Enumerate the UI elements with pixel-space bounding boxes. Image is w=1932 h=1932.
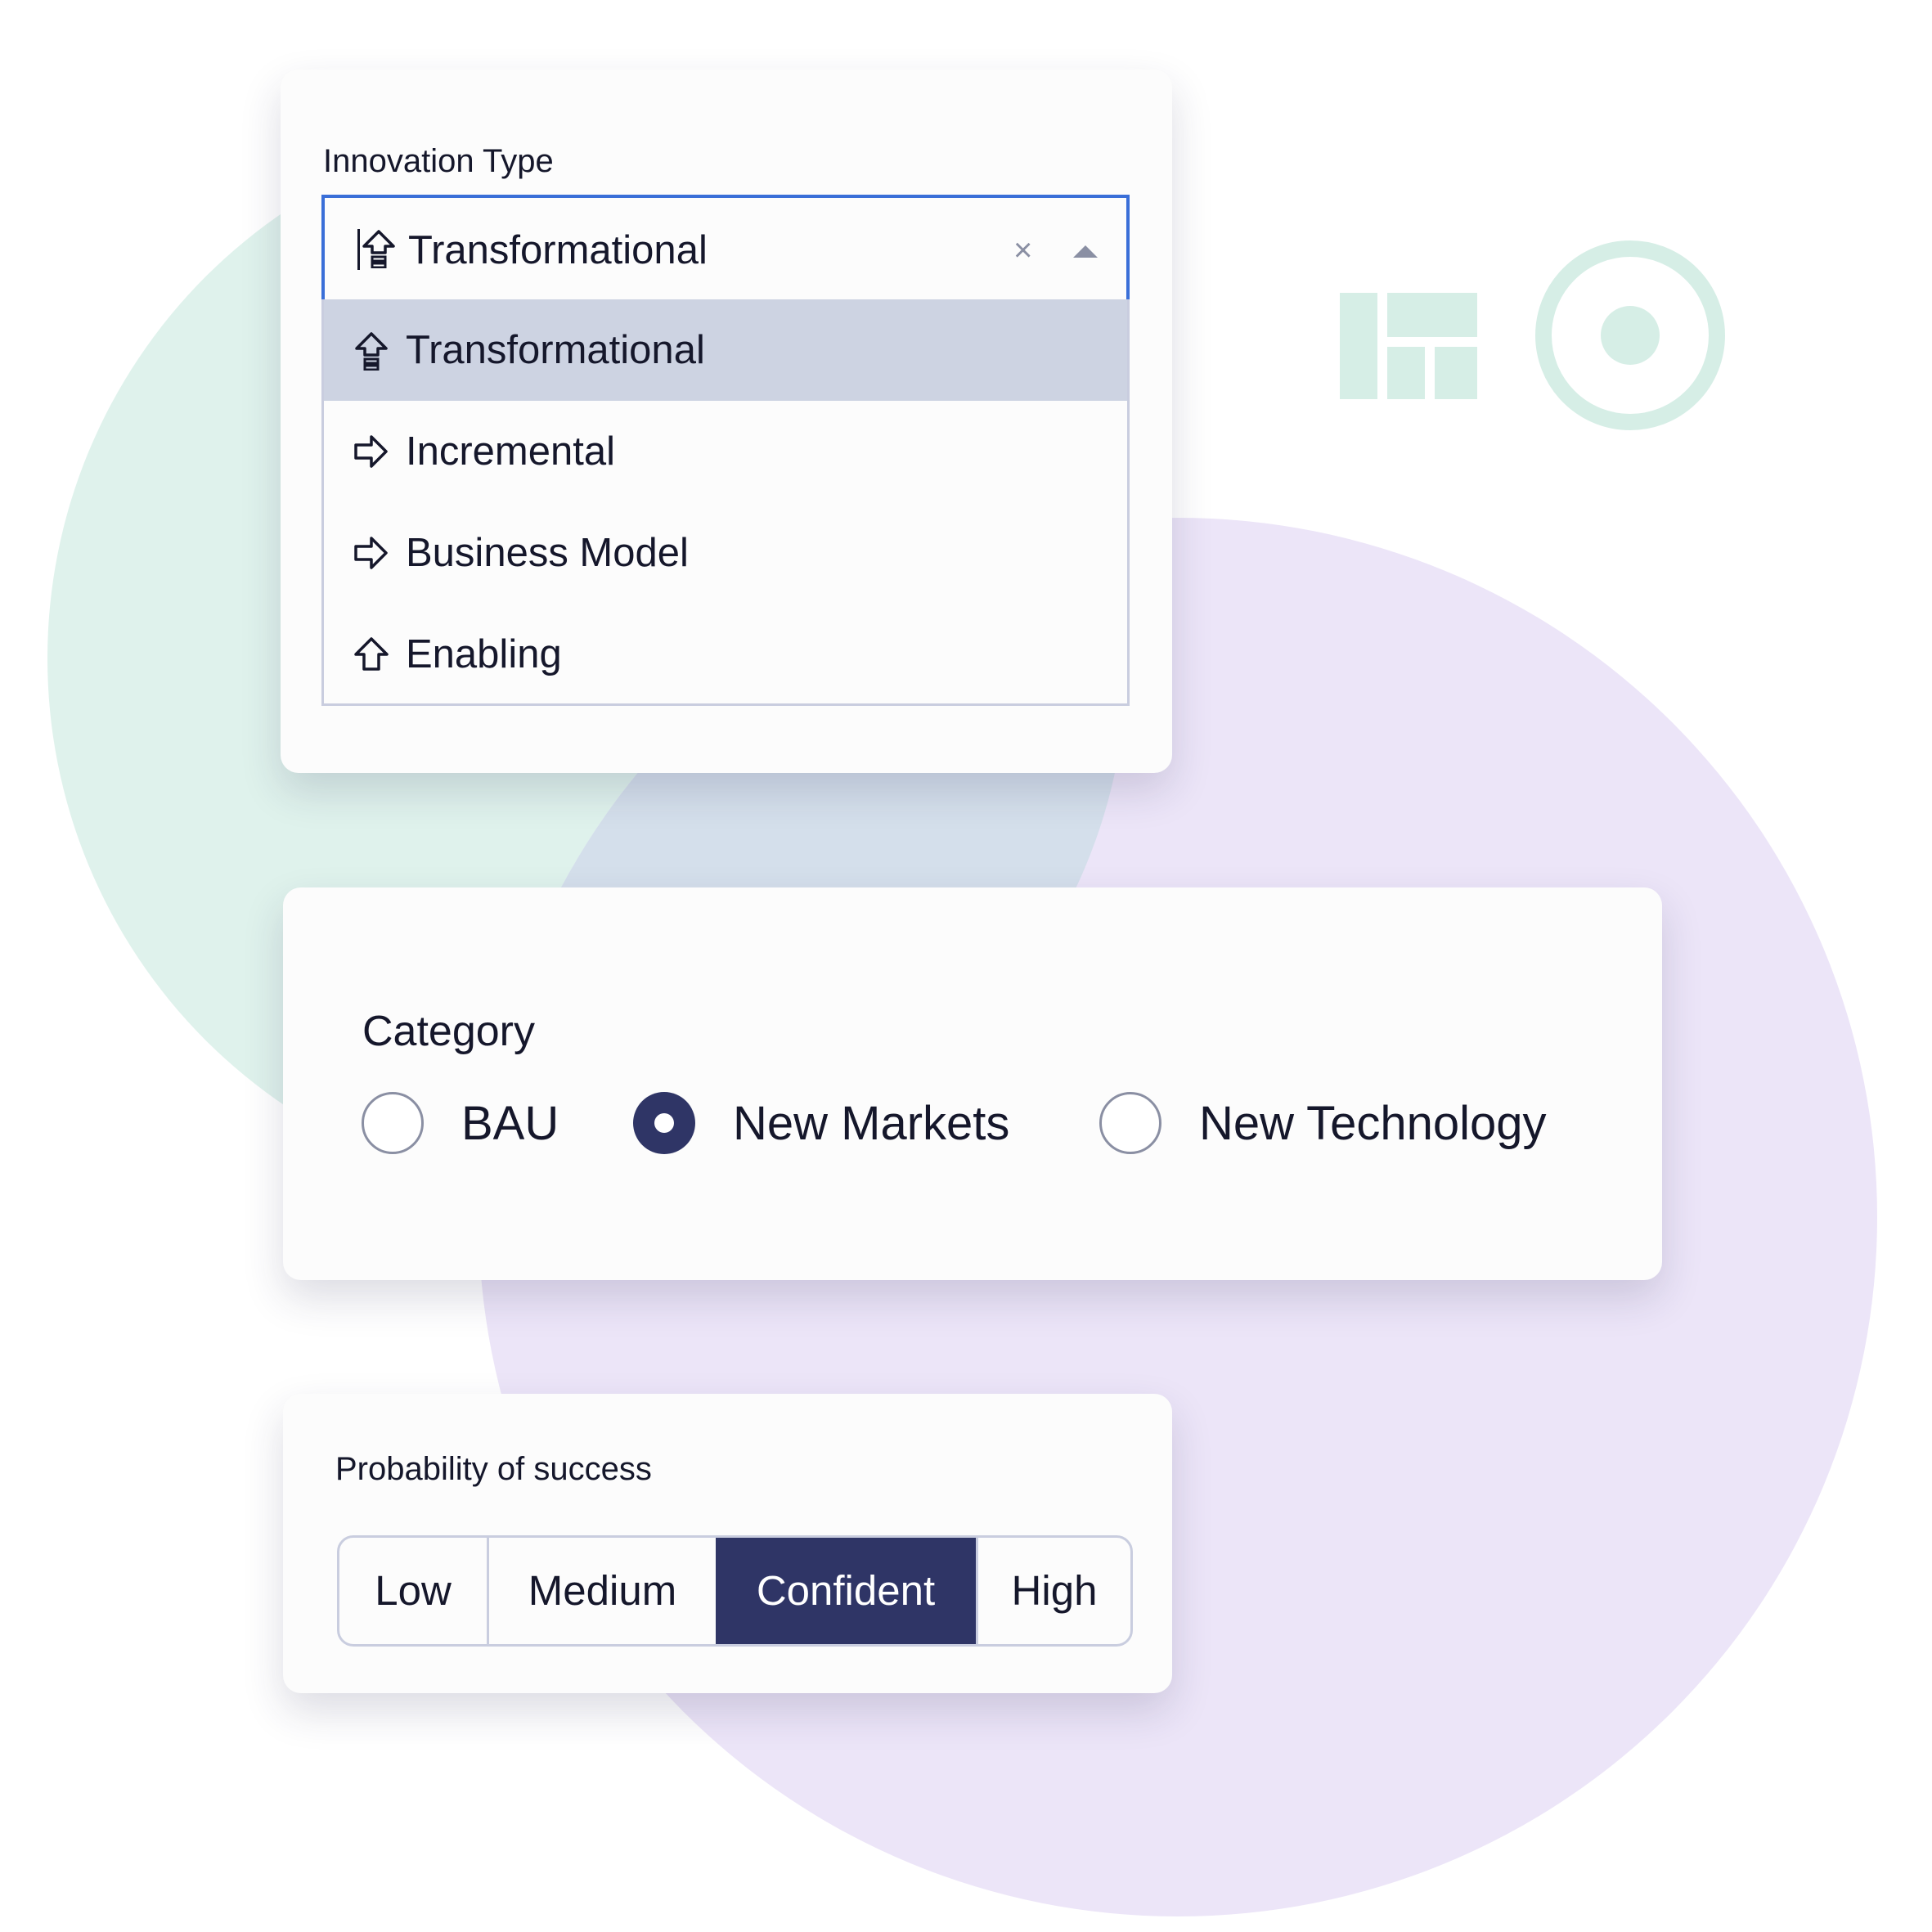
innovation-type-card: Innovation Type Transformational × Trans…: [281, 70, 1172, 773]
radio-button[interactable]: [362, 1092, 424, 1154]
arrow-right-icon: [354, 435, 388, 468]
radio-label: New Technology: [1199, 1097, 1547, 1150]
menu-option-business-model[interactable]: Business Model: [324, 502, 1127, 604]
arrow-right-icon: [354, 537, 388, 569]
radio-checked-dot: [654, 1113, 674, 1133]
arrow-up-stacked-icon: [362, 230, 395, 268]
select-value: Transformational: [408, 228, 708, 272]
probability-label: Probability of success: [335, 1451, 652, 1487]
segment-high[interactable]: High: [976, 1538, 1130, 1644]
innovation-type-select[interactable]: Transformational ×: [321, 195, 1130, 299]
menu-option-label: Incremental: [406, 429, 616, 474]
menu-option-transformational[interactable]: Transformational: [324, 299, 1127, 401]
radio-button[interactable]: [633, 1092, 695, 1154]
layout-grid-icon: [1340, 293, 1477, 399]
menu-option-label: Enabling: [406, 632, 562, 676]
menu-option-label: Business Model: [406, 531, 689, 575]
innovation-type-label: Innovation Type: [323, 143, 554, 179]
innovation-type-menu: Transformational Incremental Business Mo…: [321, 299, 1130, 706]
menu-option-label: Transformational: [406, 328, 705, 372]
clear-icon[interactable]: ×: [1013, 234, 1032, 267]
radio-button[interactable]: [1099, 1092, 1161, 1154]
category-card: Category: [283, 887, 1662, 1280]
caret-up-icon[interactable]: [1073, 245, 1098, 258]
arrow-up-icon: [354, 637, 389, 671]
radio-label: New Markets: [733, 1097, 1010, 1150]
probability-segmented-control: Low Medium Confident High: [337, 1535, 1133, 1647]
segment-medium[interactable]: Medium: [487, 1538, 716, 1644]
arrow-up-stacked-icon: [355, 332, 388, 371]
menu-option-enabling[interactable]: Enabling: [324, 604, 1127, 705]
radio-label: BAU: [461, 1097, 559, 1150]
menu-option-incremental[interactable]: Incremental: [324, 401, 1127, 502]
category-label: Category: [362, 1008, 535, 1055]
segment-low[interactable]: Low: [339, 1538, 487, 1644]
target-icon: [1535, 240, 1725, 430]
text-cursor: [357, 229, 360, 270]
segment-confident[interactable]: Confident: [716, 1538, 976, 1644]
